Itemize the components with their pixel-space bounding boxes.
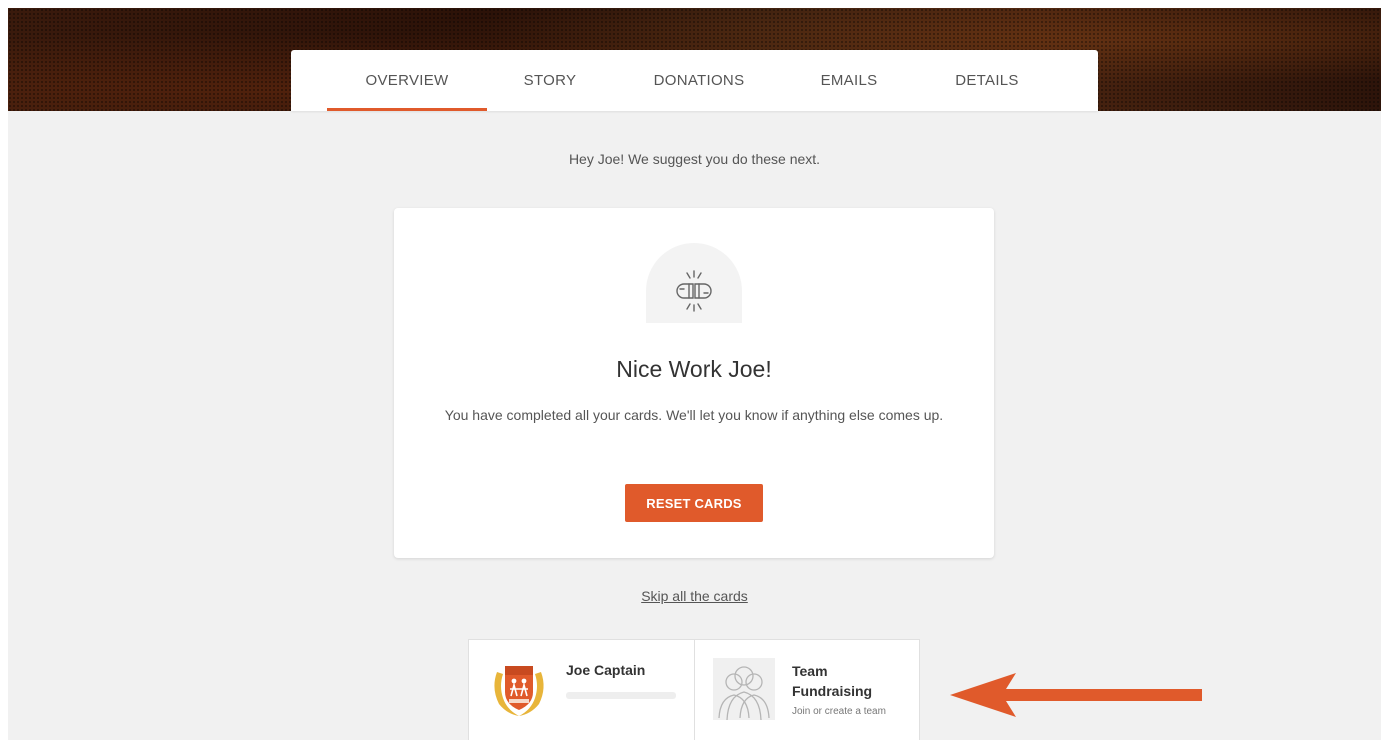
suggestion-text: Hey Joe! We suggest you do these next. (568, 151, 821, 167)
people-group-icon (718, 666, 770, 721)
tab-bar: OVERVIEW STORY DONATIONS EMAILS DETAILS (291, 50, 1098, 111)
captain-card[interactable]: Joe Captain (468, 639, 696, 740)
skip-cards-row: Skip all the cards (8, 588, 1381, 604)
captain-name: Joe Captain (566, 662, 646, 678)
completion-badge (646, 243, 742, 323)
arrow-left-icon (950, 673, 1202, 717)
card-title: Nice Work Joe! (616, 356, 772, 382)
reset-cards-button[interactable]: RESET CARDS (625, 484, 763, 522)
team-fundraising-title: Team Fundraising (792, 663, 873, 699)
tab-story[interactable]: STORY (505, 50, 595, 111)
completion-card: Nice Work Joe! You have completed all yo… (394, 208, 994, 558)
app-frame: OVERVIEW STORY DONATIONS EMAILS DETAILS … (8, 8, 1381, 740)
team-fundraising-card[interactable]: Team Fundraising Join or create a team (694, 639, 920, 740)
fist-bump-icon (676, 270, 712, 312)
tab-overview[interactable]: OVERVIEW (327, 50, 487, 111)
tab-donations[interactable]: DONATIONS (637, 50, 761, 111)
captain-progress-bar (566, 692, 676, 699)
skip-all-cards-link[interactable]: Skip all the cards (641, 588, 748, 604)
tab-details[interactable]: DETAILS (937, 50, 1037, 111)
tab-emails[interactable]: EMAILS (804, 50, 894, 111)
team-crest-icon (494, 666, 544, 716)
team-fundraising-subtitle: Join or create a team (792, 706, 886, 717)
team-image (713, 658, 775, 721)
card-description: You have completed all your cards. We'll… (444, 407, 944, 423)
